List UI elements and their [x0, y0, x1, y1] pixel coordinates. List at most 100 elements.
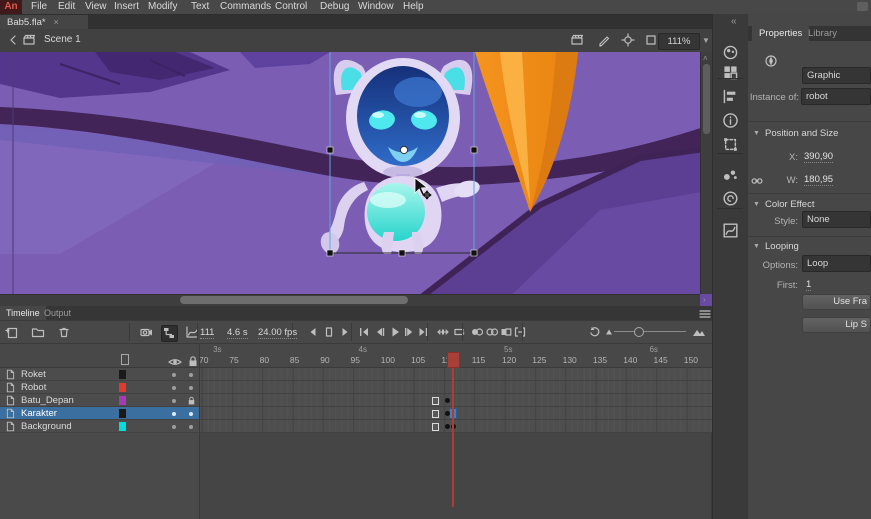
transform-point[interactable] — [400, 146, 407, 153]
layer-visibility-dot[interactable] — [172, 373, 176, 377]
clip-content-icon[interactable] — [644, 33, 658, 50]
scroll-up-icon[interactable]: ˄ — [703, 55, 708, 63]
layer-color-swatch[interactable] — [119, 370, 126, 379]
frame-rate-value[interactable]: 24.00 fps — [258, 327, 297, 339]
collapse-dock-icon[interactable]: « — [731, 16, 737, 27]
layer-row-batu_depan[interactable]: Batu_Depan — [0, 394, 200, 407]
tab-output[interactable]: Output — [38, 306, 77, 320]
frame-indicator-icon[interactable] — [322, 325, 337, 340]
step-back-icon[interactable] — [373, 325, 388, 340]
edit-multiple-frames-icon[interactable] — [499, 325, 514, 340]
layer-row-karakter[interactable]: Karakter — [0, 407, 200, 420]
use-frame-picker-button[interactable]: Use Fra — [802, 294, 871, 310]
stage-canvas[interactable] — [0, 52, 712, 306]
scene-name[interactable]: Scene 1 — [44, 34, 81, 45]
frame-row-karakter[interactable] — [200, 407, 712, 420]
menu-window[interactable]: Window — [355, 1, 397, 13]
position-size-header[interactable]: Position and Size — [765, 128, 838, 139]
align-panel-icon[interactable] — [722, 88, 740, 106]
cc-libraries-panel-icon[interactable] — [722, 190, 740, 208]
brush-library-panel-icon[interactable] — [722, 166, 740, 184]
document-tab[interactable]: Bab5.fla*× — [0, 15, 88, 29]
layer-parenting-icon[interactable] — [161, 325, 178, 342]
zoom-small-icon[interactable] — [602, 325, 617, 340]
span-end-marker[interactable] — [432, 423, 439, 431]
stage-h-scrollbar-thumb[interactable] — [180, 296, 408, 304]
close-tab-icon[interactable]: × — [54, 17, 59, 27]
w-value[interactable]: 180,95 — [804, 174, 833, 186]
layer-visibility-dot[interactable] — [172, 399, 176, 403]
transform-panel-icon[interactable] — [722, 136, 740, 154]
layer-name[interactable]: Roket — [21, 369, 46, 380]
motion-editor-panel-icon[interactable] — [722, 222, 740, 240]
menu-file[interactable]: File — [28, 1, 50, 13]
camera-icon[interactable] — [139, 325, 154, 340]
modify-markers-icon[interactable] — [513, 325, 528, 340]
elapsed-time-value[interactable]: 4.6 s — [227, 327, 248, 339]
layer-color-swatch[interactable] — [119, 396, 126, 405]
app-logo[interactable]: An — [0, 0, 22, 14]
go-last-icon[interactable] — [416, 325, 431, 340]
play-icon[interactable] — [388, 325, 403, 340]
color-effect-header[interactable]: Color Effect — [765, 199, 814, 210]
symbol-type-dropdown[interactable]: Graphic — [802, 67, 871, 84]
info-panel-icon[interactable] — [722, 112, 740, 130]
menu-control[interactable]: Control — [272, 1, 310, 13]
step-forward-icon[interactable] — [402, 325, 417, 340]
x-value[interactable]: 390,90 — [804, 151, 833, 163]
layer-lock-dot[interactable] — [189, 373, 193, 377]
layer-name[interactable]: Karakter — [21, 408, 57, 419]
current-frame-value[interactable]: 111 — [200, 327, 214, 339]
new-layer-icon[interactable] — [5, 325, 20, 340]
layer-lock-dot[interactable] — [189, 386, 193, 390]
keyframe-dot[interactable] — [445, 398, 450, 403]
zoom-large-icon[interactable] — [692, 325, 707, 340]
span-end-marker[interactable] — [432, 397, 439, 405]
frame-row-background[interactable] — [200, 420, 712, 433]
menu-insert[interactable]: Insert — [111, 1, 142, 13]
menu-commands[interactable]: Commands — [217, 1, 274, 13]
layer-name[interactable]: Robot — [21, 382, 46, 393]
tab-library[interactable]: Library — [801, 26, 844, 41]
span-end-marker[interactable] — [432, 410, 439, 418]
style-dropdown[interactable]: None — [802, 211, 871, 228]
menu-debug[interactable]: Debug — [317, 1, 352, 13]
scroll-corner-icon[interactable]: › — [703, 296, 706, 304]
layer-lock-dot[interactable] — [189, 425, 193, 429]
collapse-looping-icon[interactable]: ▼ — [753, 243, 760, 250]
new-folder-icon[interactable] — [31, 325, 46, 340]
layer-row-robot[interactable]: Robot — [0, 381, 200, 394]
layer-row-background[interactable]: Background — [0, 420, 200, 433]
lip-sync-button[interactable]: Lip S — [802, 317, 871, 333]
layer-name[interactable]: Batu_Depan — [21, 395, 74, 406]
layer-color-swatch[interactable] — [119, 383, 126, 392]
collapse-color-effect-icon[interactable]: ▼ — [753, 201, 760, 208]
keyframe-dot[interactable] — [445, 424, 450, 429]
instance-name-field[interactable]: robot — [801, 88, 871, 105]
edit-scene-icon[interactable] — [570, 33, 584, 50]
loop-options-dropdown[interactable]: Loop — [802, 255, 871, 272]
frame-row-batu_depan[interactable] — [200, 394, 712, 407]
keyframe-dot[interactable] — [445, 411, 450, 416]
menu-modify[interactable]: Modify — [145, 1, 180, 13]
menu-text[interactable]: Text — [188, 1, 212, 13]
go-first-icon[interactable] — [357, 325, 372, 340]
layer-color-swatch[interactable] — [119, 422, 126, 431]
layer-row-roket[interactable]: Roket — [0, 368, 200, 381]
frame-back-icon[interactable] — [306, 325, 321, 340]
onion-skin-outlines-icon[interactable] — [485, 325, 500, 340]
frame-row-roket[interactable] — [200, 368, 712, 381]
menu-help[interactable]: Help — [400, 1, 427, 13]
edit-symbols-icon[interactable] — [597, 33, 611, 50]
swatches-panel-icon[interactable] — [722, 64, 740, 82]
layer-visibility-dot[interactable] — [172, 412, 176, 416]
timeline-zoom-slider-knob[interactable] — [634, 327, 644, 337]
menu-view[interactable]: View — [82, 1, 110, 13]
center-playhead-icon[interactable] — [436, 325, 451, 340]
link-width-height-icon[interactable] — [750, 174, 764, 191]
layer-lock-dot[interactable] — [189, 412, 193, 416]
color-panel-icon[interactable] — [722, 44, 740, 62]
layer-name[interactable]: Background — [21, 421, 72, 432]
frame-row-robot[interactable] — [200, 381, 712, 394]
first-frame-value[interactable]: 1 — [806, 279, 811, 291]
